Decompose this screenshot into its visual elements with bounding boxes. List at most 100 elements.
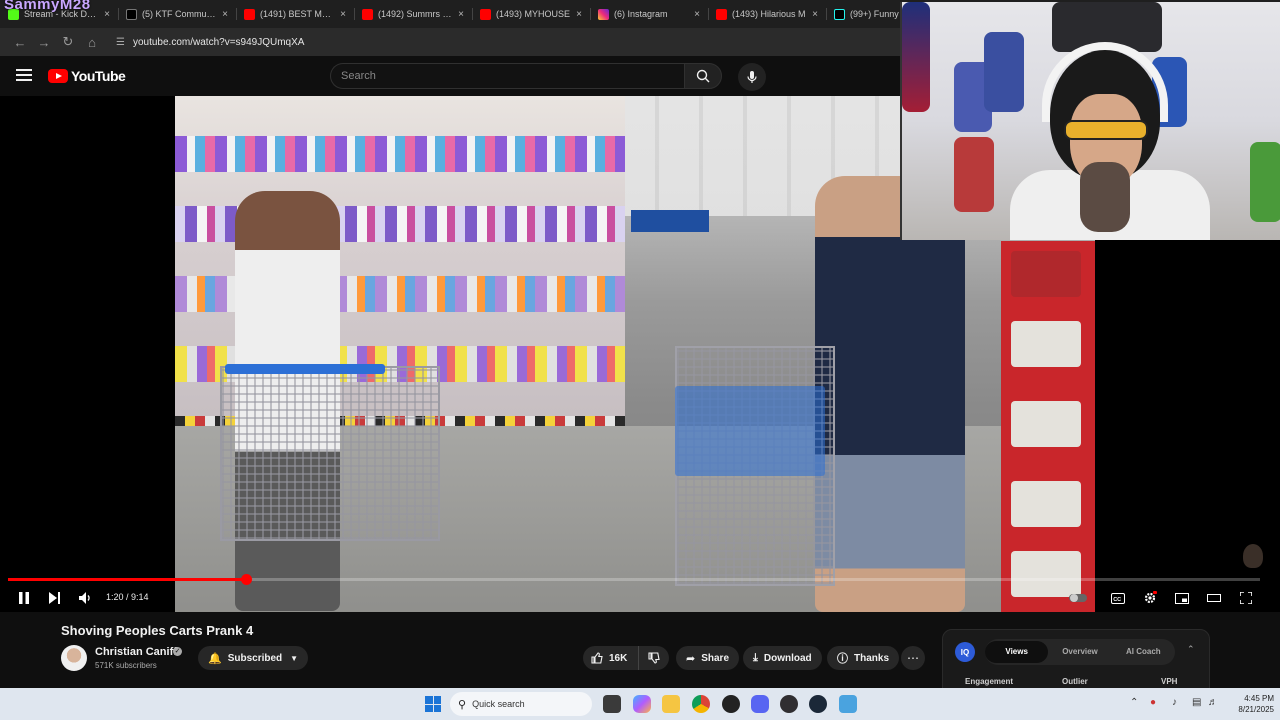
x-favicon-icon <box>126 8 137 20</box>
voice-search-button[interactable] <box>738 63 766 91</box>
url-text: youtube.com/watch?v=s949JQUmqXA <box>132 36 305 48</box>
steam-icon[interactable] <box>809 695 827 713</box>
back-icon[interactable]: ← <box>8 30 32 54</box>
tab-title: (1493) Hilarious M <box>732 9 806 19</box>
flag-banner-image <box>902 2 930 112</box>
bearbrick-figure-image <box>1250 142 1280 222</box>
streamer-name-overlay: SammyM28 <box>4 0 91 13</box>
progress-bar[interactable] <box>8 574 1260 585</box>
tab-close-icon[interactable]: × <box>812 9 818 20</box>
more-actions-icon[interactable]: ⋯ <box>901 646 925 670</box>
column-vph: VPH <box>1161 677 1178 686</box>
chevron-up-icon[interactable]: ⌃ <box>1187 644 1195 655</box>
headset-image <box>1042 42 1168 122</box>
tab-close-icon[interactable]: × <box>458 9 464 20</box>
tab-close-icon[interactable]: × <box>694 9 700 20</box>
copilot-icon[interactable] <box>633 695 651 713</box>
thanks-button[interactable]: ⓘ Thanks <box>827 646 900 670</box>
browser-tab[interactable]: (6) Instagram × <box>590 0 708 28</box>
pause-icon[interactable] <box>14 588 34 608</box>
tray-app-icon[interactable]: ● <box>1150 697 1156 708</box>
settings-gear-icon[interactable] <box>1140 588 1160 608</box>
file-explorer-icon[interactable] <box>662 695 680 713</box>
download-icon: ⤓ <box>753 651 758 664</box>
search-button[interactable] <box>684 63 722 89</box>
volume-icon[interactable]: ♬ <box>1208 697 1218 708</box>
home-icon[interactable]: ⌂ <box>80 30 104 54</box>
download-button[interactable]: ⤓ Download <box>743 646 822 670</box>
tab-close-icon[interactable]: × <box>222 9 228 20</box>
next-icon[interactable] <box>45 588 65 608</box>
youtube-favicon-icon <box>244 8 255 20</box>
store-endcap-image <box>1001 241 1095 612</box>
app-badge-icon[interactable] <box>722 695 740 713</box>
instagram-favicon-icon <box>598 8 609 20</box>
browser-tab[interactable]: (1492) Summrs - M × <box>354 0 472 28</box>
reload-icon[interactable]: ↻ <box>56 30 80 54</box>
tab-title: (5) KTF Community <box>142 9 219 19</box>
tab-ai-coach[interactable]: AI Coach <box>1112 641 1175 663</box>
thumbs-down-icon <box>648 652 660 664</box>
subscribed-button[interactable]: 🔔 Subscribed ▼ <box>198 646 309 670</box>
search-icon <box>696 69 710 83</box>
browser-tab[interactable]: (1491) BEST MOM × <box>236 0 354 28</box>
task-view-icon[interactable] <box>603 695 621 713</box>
dislike-button[interactable] <box>639 652 669 664</box>
svg-text:CC: CC <box>1113 596 1121 602</box>
tab-overview[interactable]: Overview <box>1048 641 1111 663</box>
share-label: Share <box>701 652 730 664</box>
discord-icon[interactable] <box>751 695 769 713</box>
browser-tab[interactable]: (1493) Hilarious M × <box>708 0 826 28</box>
extension-logo-icon[interactable]: IQ <box>955 642 975 662</box>
tab-title: (1492) Summrs - M <box>378 9 455 19</box>
tab-title: (6) Instagram <box>614 9 668 19</box>
system-clock[interactable]: 4:45 PM 8/21/2025 <box>1224 693 1274 715</box>
shopper-navy-shirt-image <box>815 176 965 612</box>
browser-tab[interactable]: (1493) MYHOUSE × <box>472 0 590 28</box>
tab-views[interactable]: Views <box>985 641 1049 663</box>
youtube-favicon-icon <box>362 8 373 20</box>
search-input[interactable] <box>330 63 684 89</box>
captions-icon[interactable]: CC <box>1108 588 1128 608</box>
channel-name[interactable]: Christian Caniff <box>95 646 177 658</box>
forward-icon[interactable]: → <box>32 30 56 54</box>
obs-icon[interactable] <box>780 695 798 713</box>
channel-avatar[interactable] <box>61 645 87 671</box>
streamer-hand-image <box>1080 162 1130 232</box>
start-windows-icon[interactable] <box>425 696 441 712</box>
volume-icon[interactable] <box>76 588 96 608</box>
tab-close-icon[interactable]: × <box>104 9 110 20</box>
browser-tab[interactable]: (5) KTF Community × <box>118 0 236 28</box>
miniplayer-icon[interactable] <box>1172 588 1192 608</box>
bell-icon: 🔔 <box>208 652 222 665</box>
clock-date: 8/21/2025 <box>1238 705 1274 714</box>
menu-icon[interactable] <box>16 69 32 81</box>
youtube-favicon-icon <box>716 8 727 20</box>
theater-mode-icon[interactable] <box>1204 588 1224 608</box>
tab-close-icon[interactable]: × <box>576 9 582 20</box>
share-arrow-icon: ➦ <box>686 652 696 665</box>
notepad-icon[interactable] <box>839 695 857 713</box>
bearbrick-figure-image <box>984 32 1024 112</box>
like-button[interactable]: 16K <box>583 646 639 670</box>
tray-chevron-icon[interactable]: ⌃ <box>1130 697 1138 708</box>
share-button[interactable]: ➦ Share <box>676 646 740 670</box>
video-info-section: Shoving Peoples Carts Prank 4 Christian … <box>0 612 1280 689</box>
chevron-down-icon: ▼ <box>290 653 299 663</box>
cart-basket-blue-image <box>675 386 825 476</box>
verified-badge-icon: ✓ <box>173 647 182 656</box>
tray-mic-icon[interactable]: ♪ <box>1172 697 1177 708</box>
store-aisle-sign-image <box>631 210 709 232</box>
analytics-extension-panel: IQ Views Overview AI Coach ⌃ Engagement … <box>942 629 1210 689</box>
taskbar-search[interactable]: ⚲ Quick search <box>450 692 592 716</box>
network-icon[interactable]: ▤ <box>1192 697 1201 708</box>
tab-close-icon[interactable]: × <box>340 9 346 20</box>
thanks-label: Thanks <box>854 652 890 664</box>
autoplay-toggle-icon[interactable] <box>1068 588 1088 608</box>
youtube-logo[interactable]: YouTube <box>48 68 126 84</box>
address-bar[interactable]: ☰ youtube.com/watch?v=s949JQUmqXA <box>108 31 888 53</box>
fullscreen-icon[interactable] <box>1236 588 1256 608</box>
site-info-icon[interactable]: ☰ <box>116 37 125 48</box>
chrome-icon[interactable] <box>692 695 710 713</box>
thanks-dollar-icon: ⓘ <box>837 653 848 665</box>
